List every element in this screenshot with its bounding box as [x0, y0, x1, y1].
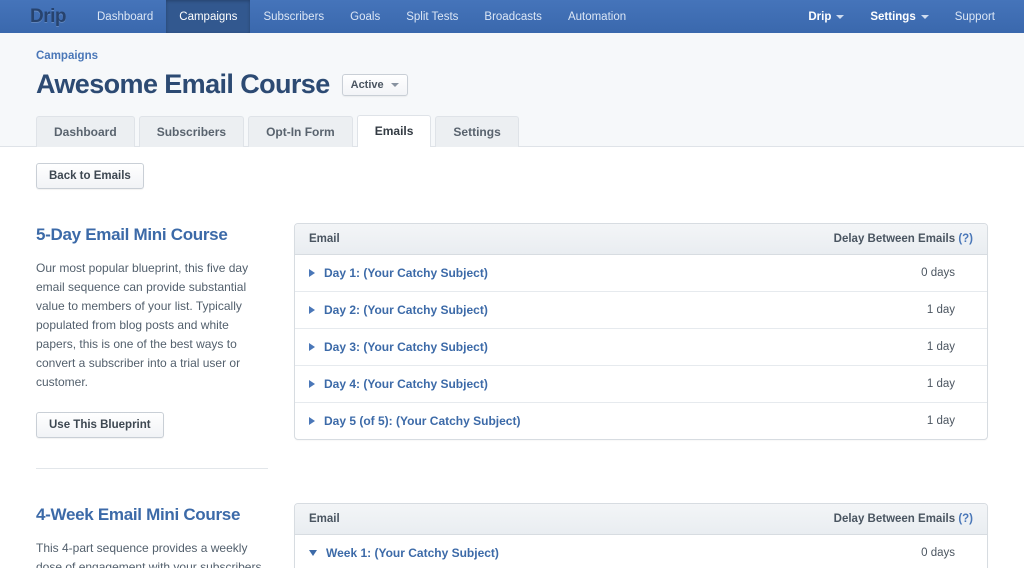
content-toolbar: Back to Emails — [36, 147, 988, 189]
tab-subscribers[interactable]: Subscribers — [138, 116, 245, 147]
email-delay-value: 0 days — [921, 267, 955, 279]
triangle-right-icon — [309, 269, 315, 277]
chevron-down-icon — [920, 14, 929, 19]
column-header-email: Email — [309, 513, 340, 525]
column-header-delay: Delay Between Emails (?) — [834, 513, 973, 525]
email-row-toggle[interactable]: Day 2: (Your Catchy Subject) — [309, 303, 488, 317]
tab-settings[interactable]: Settings — [435, 116, 519, 147]
page-header: Campaigns Awesome Email Course Active Da… — [0, 33, 1024, 147]
email-delay-value: 0 days — [921, 547, 955, 559]
blueprint-description: Our most popular blueprint, this five da… — [36, 261, 249, 389]
email-subject-label: Day 5 (of 5): (Your Catchy Subject) — [324, 414, 521, 428]
page-title: Awesome Email Course — [36, 69, 330, 99]
use-this-blueprint-button[interactable]: Use This Blueprint — [36, 412, 164, 438]
help-tooltip-icon[interactable]: (?) — [958, 513, 973, 525]
email-delay-value: 1 day — [926, 415, 955, 427]
table-row[interactable]: Day 2: (Your Catchy Subject) 1 day — [295, 292, 987, 329]
chevron-down-icon — [836, 14, 845, 19]
nav-item-drip[interactable]: Drip — [795, 0, 857, 33]
column-header-delay-label: Delay Between Emails — [833, 513, 956, 525]
nav-item-broadcasts[interactable]: Broadcasts — [471, 0, 555, 33]
nav-item-automation[interactable]: Automation — [555, 0, 639, 33]
email-subject-label: Week 1: (Your Catchy Subject) — [326, 546, 499, 560]
email-table-card: Email Delay Between Emails (?) Week 1: (Yo… — [294, 503, 988, 568]
blueprint-description: This 4-part sequence provides a weekly d… — [36, 541, 262, 568]
blueprint-info: 4-Week Email Mini Course This 4-part sequ… — [36, 503, 268, 568]
email-delay-value: 1 day — [926, 304, 955, 316]
email-row-toggle[interactable]: Week 1: (Your Catchy Subject) — [309, 546, 499, 560]
email-row-toggle[interactable]: Day 4: (Your Catchy Subject) — [309, 377, 488, 391]
campaign-tabs: Dashboard Subscribers Opt-In Form Emails Set… — [36, 115, 988, 147]
table-row[interactable]: Day 1: (Your Catchy Subject) 0 days — [295, 255, 987, 292]
email-delay-value: 1 day — [926, 341, 955, 353]
blueprint-info: 5-Day Email Mini Course Our most popular … — [36, 223, 268, 440]
nav-item-support[interactable]: Support — [942, 0, 1008, 33]
blueprint-list: 5-Day Email Mini Course Our most popular … — [36, 189, 988, 568]
email-subject-label: Day 2: (Your Catchy Subject) — [324, 303, 488, 317]
nav-item-dashboard[interactable]: Dashboard — [84, 0, 166, 33]
email-subject-label: Day 3: (Your Catchy Subject) — [324, 340, 488, 354]
nav-item-settings[interactable]: Settings — [857, 0, 941, 33]
secondary-nav-items: Drip Settings Support — [795, 0, 1024, 33]
table-row[interactable]: Week 1: (Your Catchy Subject) 0 days — [295, 535, 987, 568]
tab-opt-in-form[interactable]: Opt-In Form — [248, 116, 353, 147]
email-subject-label: Day 4: (Your Catchy Subject) — [324, 377, 488, 391]
column-header-delay-label: Delay Between Emails — [833, 233, 956, 245]
nav-item-label: Support — [954, 10, 995, 23]
email-row-toggle[interactable]: Day 1: (Your Catchy Subject) — [309, 266, 488, 280]
nav-item-split-tests[interactable]: Split Tests — [393, 0, 471, 33]
triangle-right-icon — [309, 306, 315, 314]
column-header-email: Email — [309, 233, 340, 245]
main-content: Back to Emails 5-Day Email Mini Course Ou… — [0, 147, 1024, 568]
blueprint-section: 4-Week Email Mini Course This 4-part sequ… — [36, 469, 988, 568]
triangle-right-icon — [309, 417, 315, 425]
email-subject-label: Day 1: (Your Catchy Subject) — [324, 266, 488, 280]
email-delay-value: 1 day — [926, 378, 955, 390]
nav-item-goals[interactable]: Goals — [337, 0, 393, 33]
triangle-right-icon — [309, 380, 315, 388]
email-table-card: Email Delay Between Emails (?) Day 1: (You… — [294, 223, 988, 440]
table-header-row: Email Delay Between Emails (?) — [295, 504, 987, 535]
top-navigation-bar: Drip Dashboard Campaigns Subscribers Goals S… — [0, 0, 1024, 33]
nav-item-campaigns[interactable]: Campaigns — [166, 0, 251, 33]
status-label: Active — [350, 78, 384, 91]
help-tooltip-icon[interactable]: (?) — [958, 233, 973, 245]
blueprint-emails: Email Delay Between Emails (?) Day 1: (You… — [294, 223, 988, 440]
primary-nav-items: Dashboard Campaigns Subscribers Goals Split … — [84, 0, 639, 33]
tab-emails[interactable]: Emails — [356, 115, 432, 147]
breadcrumb-campaigns[interactable]: Campaigns — [36, 50, 98, 62]
tab-dashboard[interactable]: Dashboard — [36, 116, 135, 147]
triangle-right-icon — [309, 343, 315, 351]
table-row[interactable]: Day 4: (Your Catchy Subject) 1 day — [295, 366, 987, 403]
email-row-toggle[interactable]: Day 5 (of 5): (Your Catchy Subject) — [309, 414, 520, 428]
table-header-row: Email Delay Between Emails (?) — [295, 224, 987, 255]
column-header-delay: Delay Between Emails (?) — [834, 233, 973, 245]
table-row[interactable]: Day 5 (of 5): (Your Catchy Subject) 1 day — [295, 403, 987, 439]
blueprint-title: 4-Week Email Mini Course — [36, 505, 241, 524]
nav-item-label: Settings — [870, 10, 916, 23]
chevron-down-icon — [390, 82, 399, 87]
nav-item-subscribers[interactable]: Subscribers — [250, 0, 337, 33]
back-to-emails-button[interactable]: Back to Emails — [36, 163, 144, 189]
blueprint-section: 5-Day Email Mini Course Our most popular … — [36, 189, 988, 440]
drip-logo[interactable]: Drip — [0, 0, 84, 33]
triangle-down-icon — [309, 550, 317, 556]
nav-item-label: Drip — [808, 10, 832, 23]
email-row-toggle[interactable]: Day 3: (Your Catchy Subject) — [309, 340, 488, 354]
blueprint-title: 5-Day Email Mini Course — [36, 225, 228, 244]
campaign-status-dropdown[interactable]: Active — [341, 73, 408, 96]
title-row: Awesome Email Course Active — [36, 71, 988, 98]
blueprint-emails: Email Delay Between Emails (?) Week 1: (Yo… — [294, 503, 988, 568]
table-row[interactable]: Day 3: (Your Catchy Subject) 1 day — [295, 329, 987, 366]
